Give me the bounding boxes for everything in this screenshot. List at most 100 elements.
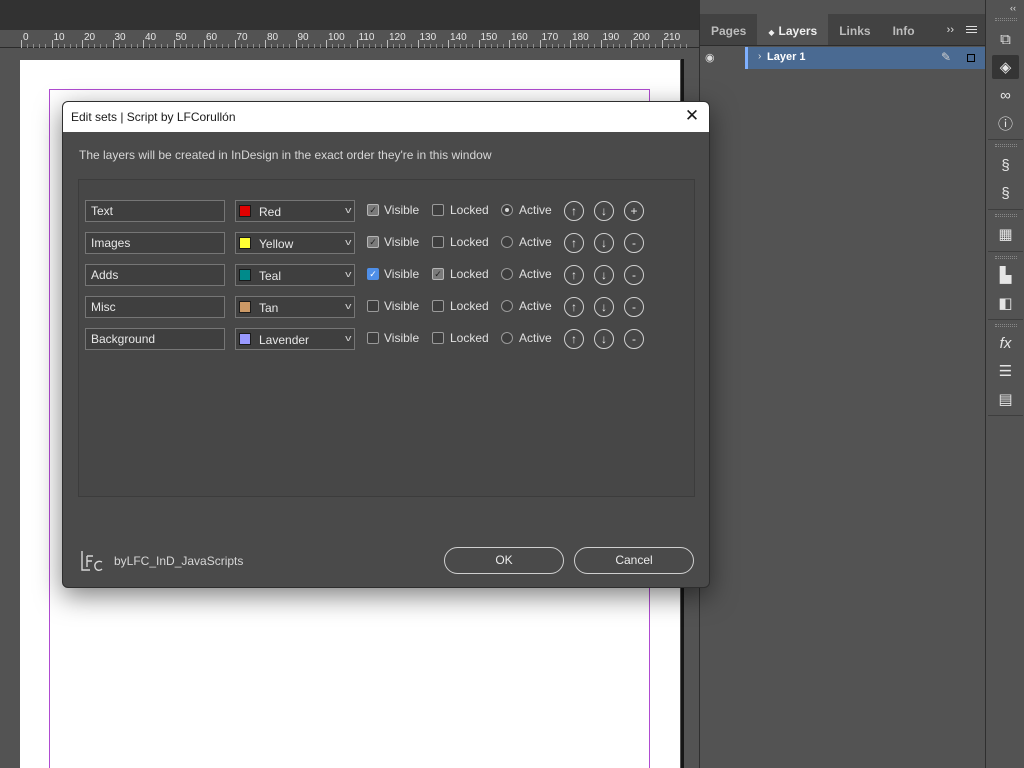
layer-color-dropdown[interactable]: Tan v — [235, 296, 355, 318]
ruler-minor-tick — [521, 44, 523, 48]
move-up-button[interactable]: ↑ — [564, 329, 584, 349]
layer-color-dropdown[interactable]: Yellow v — [235, 232, 355, 254]
ruler-minor-tick — [673, 44, 675, 48]
active-label: Active — [519, 203, 552, 217]
ruler-minor-tick — [344, 44, 346, 48]
panel-menu-icon[interactable] — [960, 14, 985, 45]
ruler-label: 180 — [572, 32, 589, 43]
visible-checkbox[interactable]: ✓ — [367, 204, 379, 216]
tab-pages[interactable]: Pages — [700, 14, 757, 45]
locked-checkbox[interactable]: ✓ — [432, 268, 444, 280]
remove-row-button[interactable]: - — [624, 233, 644, 253]
ruler-minor-tick — [63, 44, 65, 48]
active-radio[interactable] — [501, 300, 513, 312]
effects-icon[interactable]: fx — [992, 331, 1019, 355]
sort-icon: ◆ — [768, 28, 775, 37]
edit-sets-dialog: Edit sets | Script by LFCorullón ✕ The l… — [62, 101, 710, 588]
stroke-icon[interactable]: § — [992, 153, 1019, 177]
lines-icon[interactable]: ☰ — [992, 359, 1019, 383]
visible-checkbox[interactable]: ✓ — [367, 236, 379, 248]
ruler-minor-tick — [307, 44, 309, 48]
horizontal-ruler[interactable]: 0 10 20 30 40 50 60 70 80 90 100 110 120 130 140 150 160… — [0, 30, 700, 48]
locked-checkbox[interactable] — [432, 204, 444, 216]
active-radio[interactable] — [501, 332, 513, 344]
expand-chevron-icon[interactable]: › — [758, 51, 761, 62]
info-icon[interactable]: ⓘ — [992, 111, 1019, 135]
move-up-button[interactable]: ↑ — [564, 297, 584, 317]
tab-links[interactable]: Links — [828, 14, 881, 45]
links-icon[interactable]: ∞ — [992, 83, 1019, 107]
layers-icon[interactable]: ◈ — [992, 55, 1019, 79]
ruler-minor-tick — [484, 44, 486, 48]
visible-checkbox[interactable]: ✓ — [367, 268, 379, 280]
dock-grip[interactable] — [995, 256, 1017, 259]
move-up-button[interactable]: ↑ — [564, 233, 584, 253]
layer-name-field[interactable]: Misc — [85, 296, 225, 318]
active-radio[interactable] — [501, 236, 513, 248]
layer-color-dropdown[interactable]: Teal v — [235, 264, 355, 286]
remove-row-button[interactable]: - — [624, 329, 644, 349]
locked-checkbox[interactable] — [432, 332, 444, 344]
tab-layers[interactable]: ◆ Layers — [757, 14, 829, 45]
ok-button[interactable]: OK — [444, 547, 564, 574]
pathfinder-icon[interactable]: ◧ — [992, 291, 1019, 315]
text-wrap-icon[interactable]: ▤ — [992, 387, 1019, 411]
active-radio[interactable] — [501, 268, 513, 280]
ruler-minor-tick — [423, 44, 425, 48]
swatches-icon[interactable]: § — [992, 181, 1019, 205]
move-down-button[interactable]: ↓ — [594, 233, 614, 253]
dock-grip[interactable] — [995, 324, 1017, 327]
cancel-button[interactable]: Cancel — [574, 547, 694, 574]
ruler-tick — [356, 40, 358, 48]
move-down-button[interactable]: ↓ — [594, 265, 614, 285]
layer-name-field[interactable]: Adds — [85, 264, 225, 286]
locked-checkbox[interactable] — [432, 236, 444, 248]
locked-checkbox[interactable] — [432, 300, 444, 312]
ruler-minor-tick — [75, 44, 77, 48]
ruler-minor-tick — [582, 44, 584, 48]
dock-grip[interactable] — [995, 214, 1017, 217]
ruler-minor-tick — [624, 44, 626, 48]
remove-row-button[interactable]: - — [624, 265, 644, 285]
move-down-button[interactable]: ↓ — [594, 329, 614, 349]
application-bar — [0, 0, 700, 30]
remove-row-button[interactable]: - — [624, 297, 644, 317]
layer-name-field[interactable]: Text — [85, 200, 225, 222]
ruler-tick — [448, 40, 449, 48]
ruler-minor-tick — [332, 44, 334, 48]
layer-row[interactable]: ◉ › Layer 1 ✎ — [700, 47, 985, 69]
layer-name-field[interactable]: Background — [85, 328, 225, 350]
pages-icon[interactable]: ⧉ — [992, 27, 1019, 51]
dock-grip[interactable] — [995, 18, 1017, 21]
ruler-label: 150 — [480, 32, 498, 43]
layer-color-dropdown[interactable]: Red v — [235, 200, 355, 222]
table-icon[interactable]: ▦ — [992, 222, 1019, 246]
layer-set-list: Text Red v ✓ Visible Locked Active ↑ ↓ +… — [78, 179, 695, 497]
ruler-minor-tick — [502, 44, 504, 48]
add-row-button[interactable]: + — [624, 201, 644, 221]
tab-info[interactable]: Info — [882, 14, 926, 45]
close-icon[interactable]: ✕ — [683, 106, 701, 126]
layer-selection-square[interactable] — [967, 54, 975, 62]
move-up-button[interactable]: ↑ — [564, 201, 584, 221]
active-radio[interactable] — [501, 204, 513, 216]
layer-name-field[interactable]: Images — [85, 232, 225, 254]
visibility-eye-icon[interactable]: ◉ — [705, 51, 715, 64]
align-icon[interactable]: ▙ — [992, 263, 1019, 287]
ruler-minor-tick — [655, 44, 657, 48]
visible-checkbox[interactable] — [367, 300, 379, 312]
ruler-label: 210 — [663, 32, 681, 43]
ruler-minor-tick — [362, 44, 364, 48]
ruler-label: 140 — [450, 32, 467, 43]
layer-color-dropdown[interactable]: Lavender v — [235, 328, 355, 350]
more-tabs-icon[interactable]: ›› — [941, 14, 960, 45]
ruler-tick — [417, 40, 419, 48]
dock-grip[interactable] — [995, 144, 1017, 147]
collapse-icon[interactable]: ‹‹ — [1010, 3, 1016, 13]
move-down-button[interactable]: ↓ — [594, 297, 614, 317]
move-up-button[interactable]: ↑ — [564, 265, 584, 285]
ruler-label: 170 — [541, 32, 559, 43]
visible-checkbox[interactable] — [367, 332, 379, 344]
chevron-down-icon: v — [344, 237, 351, 247]
move-down-button[interactable]: ↓ — [594, 201, 614, 221]
